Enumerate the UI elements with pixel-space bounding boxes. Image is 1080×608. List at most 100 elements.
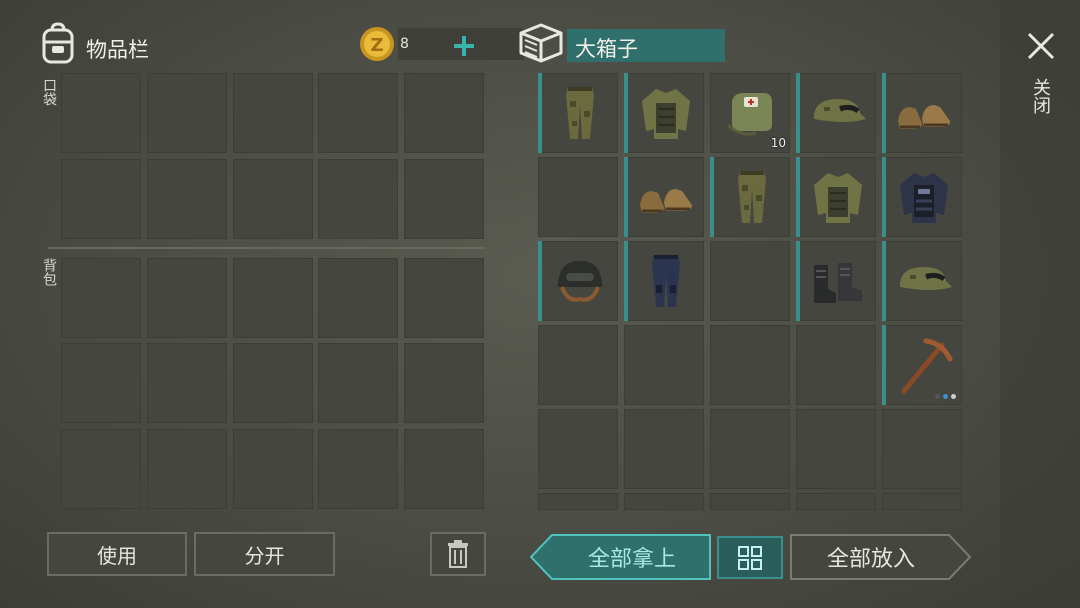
inventory-slot[interactable]: [404, 73, 484, 153]
inventory-slot[interactable]: [318, 258, 398, 338]
inventory-slot[interactable]: [233, 73, 313, 153]
container-slot[interactable]: [538, 409, 618, 489]
inventory-slot[interactable]: [318, 429, 398, 509]
inventory-slot[interactable]: [318, 159, 398, 239]
slot-marker: [538, 73, 542, 153]
container-slot[interactable]: [796, 157, 876, 237]
slot-marker: [710, 157, 714, 237]
inventory-slot[interactable]: [61, 159, 141, 239]
backpack-label: 背包: [41, 258, 57, 286]
coin-count: 8: [400, 36, 409, 52]
inventory-slot[interactable]: [147, 258, 227, 338]
container-slot[interactable]: [624, 157, 704, 237]
container-title: 大箱子: [575, 37, 638, 61]
container-slot[interactable]: [882, 241, 962, 321]
brown-boots-item: [640, 189, 692, 213]
camo-jacket-item: [642, 89, 690, 139]
container-slot[interactable]: 10: [710, 73, 790, 153]
inventory-slot[interactable]: [61, 429, 141, 509]
slot-marker: [624, 157, 628, 237]
item-count: 10: [770, 136, 786, 150]
brown-boots-item: [898, 105, 950, 129]
container-slot[interactable]: [882, 73, 962, 153]
inventory-slot[interactable]: [61, 343, 141, 423]
camo-cap-item: [900, 267, 952, 290]
container-slot[interactable]: [796, 493, 876, 510]
add-coins-icon[interactable]: [452, 34, 476, 58]
container-slot[interactable]: [796, 241, 876, 321]
inventory-slot[interactable]: [147, 343, 227, 423]
take-all-button[interactable]: 全部拿上: [552, 534, 712, 580]
inventory-slot[interactable]: [233, 343, 313, 423]
use-button[interactable]: 使用: [47, 532, 187, 576]
police-vest-item: [900, 173, 948, 223]
slot-marker: [796, 241, 800, 321]
container-slot[interactable]: [538, 241, 618, 321]
inventory-slot[interactable]: [404, 258, 484, 338]
trash-button[interactable]: [430, 532, 486, 576]
container-slot[interactable]: [796, 325, 876, 405]
durability-dot: [935, 394, 940, 399]
slot-marker: [882, 157, 886, 237]
slot-marker: [624, 73, 628, 153]
container-slot[interactable]: [796, 409, 876, 489]
inventory-slot[interactable]: [404, 429, 484, 509]
coin-icon: Z: [360, 27, 394, 61]
container-slot[interactable]: [624, 493, 704, 510]
container-slot[interactable]: [624, 241, 704, 321]
inventory-slot[interactable]: [61, 258, 141, 338]
svg-text:Z: Z: [370, 35, 383, 56]
durability-dot: [943, 394, 948, 399]
inventory-slot[interactable]: [318, 343, 398, 423]
durability-dots: [935, 394, 956, 399]
inventory-slot[interactable]: [147, 429, 227, 509]
camo-jacket-item: [814, 173, 862, 223]
container-slot[interactable]: [882, 409, 962, 489]
inventory-slot[interactable]: [61, 73, 141, 153]
pocket-divider: [48, 247, 486, 249]
slot-marker: [796, 157, 800, 237]
container-slot[interactable]: [882, 493, 962, 510]
backpack-icon: [42, 22, 74, 64]
black-boots-item: [814, 263, 862, 303]
inventory-slot[interactable]: [233, 258, 313, 338]
inventory-slot[interactable]: [233, 159, 313, 239]
inventory-header: 物品栏 Z 8: [38, 22, 524, 70]
inventory-slot[interactable]: [233, 429, 313, 509]
container-slot[interactable]: [710, 241, 790, 321]
grid-icon: [738, 545, 762, 570]
container-slot[interactable]: [624, 325, 704, 405]
container-slot[interactable]: [538, 325, 618, 405]
slot-marker: [538, 241, 542, 321]
close-icon[interactable]: [1026, 31, 1056, 61]
container-slot[interactable]: [882, 157, 962, 237]
sort-button[interactable]: [717, 536, 783, 579]
container-slot[interactable]: [538, 157, 618, 237]
crate-icon: [519, 23, 563, 63]
inventory-slot[interactable]: [318, 73, 398, 153]
inventory-slot[interactable]: [147, 159, 227, 239]
container-slot[interactable]: [538, 73, 618, 153]
navy-pants-item: [652, 255, 680, 307]
slot-marker: [882, 241, 886, 321]
container-slot[interactable]: [796, 73, 876, 153]
container-slot[interactable]: [710, 157, 790, 237]
close-label[interactable]: 关闭: [1030, 78, 1051, 114]
slot-marker: [882, 73, 886, 153]
container-slot[interactable]: [624, 73, 704, 153]
container-slot[interactable]: [710, 493, 790, 510]
slot-marker: [624, 241, 628, 321]
container-slot[interactable]: [882, 325, 962, 405]
inventory-slot[interactable]: [404, 159, 484, 239]
container-slot[interactable]: [710, 325, 790, 405]
inventory-slot[interactable]: [404, 343, 484, 423]
container-slot[interactable]: [538, 493, 618, 510]
container-slot[interactable]: [624, 409, 704, 489]
durability-dot: [951, 394, 956, 399]
container-slot[interactable]: [710, 409, 790, 489]
camo-pants-item: [566, 87, 594, 139]
split-button[interactable]: 分开: [194, 532, 335, 576]
inventory-slot[interactable]: [147, 73, 227, 153]
slot-marker: [882, 325, 886, 405]
put-all-button[interactable]: 全部放入: [790, 534, 952, 580]
